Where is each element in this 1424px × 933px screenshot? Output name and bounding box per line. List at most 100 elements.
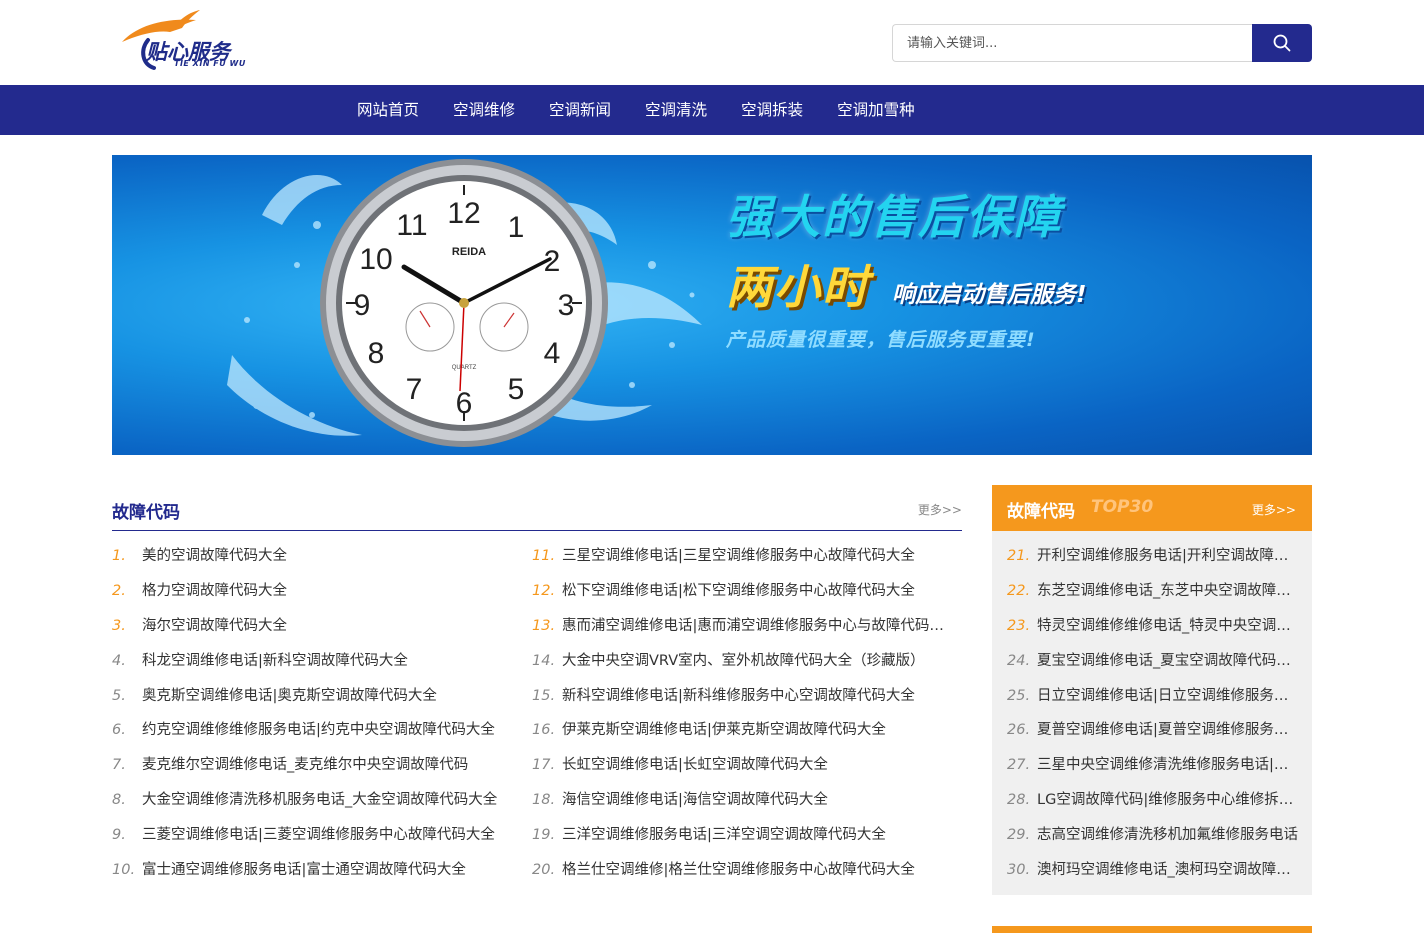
list-item[interactable]: 27. 三星中央空调维修清洗维修服务电话|故障代码 bbox=[1007, 748, 1299, 783]
banner-response-text: 响应启动售后服务! bbox=[892, 282, 1087, 308]
list-item-title[interactable]: 新科空调维修电话|新科维修服务中心空调故障代码大全 bbox=[562, 688, 915, 704]
list-item-title[interactable]: 三菱空调维修电话|三菱空调维修服务中心故障代码大全 bbox=[142, 827, 495, 843]
list-item[interactable]: 1. 美的空调故障代码大全 bbox=[112, 539, 532, 574]
list-item-title[interactable]: 澳柯玛空调维修电话_澳柯玛空调故障代码大全 bbox=[1037, 862, 1299, 878]
list-item-title[interactable]: 麦克维尔空调维修电话_麦克维尔中央空调故障代码 bbox=[142, 757, 468, 773]
list-item[interactable]: 7. 麦克维尔空调维修电话_麦克维尔中央空调故障代码 bbox=[112, 748, 532, 783]
list-item-number: 17. bbox=[532, 757, 556, 774]
list-item-number: 25. bbox=[1007, 687, 1031, 704]
list-item-title[interactable]: 美的空调故障代码大全 bbox=[142, 548, 287, 564]
list-item[interactable]: 8. 大金空调维修清洗移机服务电话_大金空调故障代码大全 bbox=[112, 783, 532, 818]
list-item-title[interactable]: 长虹空调维修电话|长虹空调故障代码大全 bbox=[562, 757, 828, 773]
list-item-number: 20. bbox=[532, 862, 556, 879]
hero-banner[interactable]: 12 1 2 3 4 5 6 7 8 9 10 11 REIDA QUARTZ … bbox=[112, 155, 1312, 455]
logo[interactable]: 贴心服务 TIE XIN FU WU bbox=[118, 6, 258, 74]
list-item-number: 6. bbox=[112, 722, 126, 739]
wall-clock-icon: 12 1 2 3 4 5 6 7 8 9 10 11 REIDA QUARTZ bbox=[227, 159, 702, 447]
list-item[interactable]: 25. 日立空调维修电话|日立空调维修服务中心故障代码 bbox=[1007, 679, 1299, 714]
list-item[interactable]: 23. 特灵空调维修维修电话_特灵中央空调故障代码 bbox=[1007, 609, 1299, 644]
list-item-title[interactable]: 大金中央空调VRV室内、室外机故障代码大全（珍藏版） bbox=[562, 653, 925, 669]
list-item[interactable]: 26. 夏普空调维修电话|夏普空调维修服务中心故障代码 bbox=[1007, 713, 1299, 748]
search-button[interactable] bbox=[1252, 24, 1312, 62]
list-item[interactable]: 19. 三洋空调维修服务电话|三洋空调空调故障代码大全 bbox=[532, 818, 952, 853]
list-item[interactable]: 15. 新科空调维修电话|新科维修服务中心空调故障代码大全 bbox=[532, 679, 952, 714]
list-item-number: 30. bbox=[1007, 862, 1031, 879]
list-item[interactable]: 14. 大金中央空调VRV室内、室外机故障代码大全（珍藏版） bbox=[532, 644, 952, 679]
list-item-title[interactable]: 开利空调维修服务电话|开利空调故障代码大全 bbox=[1037, 548, 1299, 564]
top30-badge: TOP30 bbox=[1091, 497, 1154, 517]
list-item-number: 16. bbox=[532, 722, 556, 739]
list-item-number: 19. bbox=[532, 827, 556, 844]
nav-item-ac-cleaning[interactable]: 空调清洗 bbox=[628, 85, 724, 135]
list-item-number: 12. bbox=[532, 582, 556, 599]
list-item-title[interactable]: 大金空调维修清洗移机服务电话_大金空调故障代码大全 bbox=[142, 792, 497, 808]
list-item[interactable]: 5. 奥克斯空调维修电话|奥克斯空调故障代码大全 bbox=[112, 679, 532, 714]
list-item[interactable]: 12. 松下空调维修电话|松下空调维修服务中心故障代码大全 bbox=[532, 574, 952, 609]
list-item-number: 22. bbox=[1007, 582, 1031, 599]
list-item[interactable]: 16. 伊莱克斯空调维修电话|伊莱克斯空调故障代码大全 bbox=[532, 713, 952, 748]
list-item-title[interactable]: 松下空调维修电话|松下空调维修服务中心故障代码大全 bbox=[562, 583, 915, 599]
list-item-title[interactable]: 科龙空调维修电话|新科空调故障代码大全 bbox=[142, 653, 408, 669]
list-item-title[interactable]: 志高空调维修清洗移机加氟维修服务电话 bbox=[1037, 827, 1298, 843]
list-item[interactable]: 30. 澳柯玛空调维修电话_澳柯玛空调故障代码大全 bbox=[1007, 853, 1299, 888]
more-link[interactable]: 更多>> bbox=[918, 501, 962, 518]
list-item-title[interactable]: 日立空调维修电话|日立空调维修服务中心故障代码 bbox=[1037, 688, 1299, 704]
list-item-number: 28. bbox=[1007, 792, 1031, 809]
list-item-title[interactable]: 约克空调维修维修服务电话|约克中央空调故障代码大全 bbox=[142, 722, 495, 738]
list-item[interactable]: 3. 海尔空调故障代码大全 bbox=[112, 609, 532, 644]
list-item-title[interactable]: 伊莱克斯空调维修电话|伊莱克斯空调故障代码大全 bbox=[562, 722, 886, 738]
top30-list: 21. 开利空调维修服务电话|开利空调故障代码大全 22. 东芝空调维修电话_东芝中… bbox=[1007, 539, 1299, 888]
list-item-title[interactable]: 富士通空调维修服务电话|富士通空调故障代码大全 bbox=[142, 862, 466, 878]
nav-item-home[interactable]: 网站首页 bbox=[340, 85, 436, 135]
list-item[interactable]: 24. 夏宝空调维修电话_夏宝空调故障代码大全 bbox=[1007, 644, 1299, 679]
list-item[interactable]: 22. 东芝空调维修电话_东芝中央空调故障代码大全 bbox=[1007, 574, 1299, 609]
nav-item-ac-refrigerant[interactable]: 空调加雪种 bbox=[820, 85, 932, 135]
list-item[interactable]: 11. 三星空调维修电话|三星空调维修服务中心故障代码大全 bbox=[532, 539, 952, 574]
list-item-title[interactable]: 惠而浦空调维修电话|惠而浦空调维修服务中心与故障代码大全 bbox=[562, 618, 952, 634]
list-item-title[interactable]: LG空调故障代码|维修服务中心维修拆装电话 bbox=[1037, 792, 1299, 808]
list-item-title[interactable]: 奥克斯空调维修电话|奥克斯空调故障代码大全 bbox=[142, 688, 437, 704]
list-item-title[interactable]: 格力空调故障代码大全 bbox=[142, 583, 287, 599]
list-item[interactable]: 13. 惠而浦空调维修电话|惠而浦空调维修服务中心与故障代码大全 bbox=[532, 609, 952, 644]
clock-brand: REIDA bbox=[452, 246, 486, 258]
top30-title: 故障代码 bbox=[1007, 502, 1075, 522]
list-item-number: 10. bbox=[112, 862, 136, 879]
nav-item-ac-repair[interactable]: 空调维修 bbox=[436, 85, 532, 135]
top30-more-link[interactable]: 更多>> bbox=[1252, 501, 1296, 518]
list-item-title[interactable]: 海信空调维修电话|海信空调故障代码大全 bbox=[562, 792, 828, 808]
list-item-title[interactable]: 三星中央空调维修清洗维修服务电话|故障代码 bbox=[1037, 757, 1299, 773]
list-item-number: 13. bbox=[532, 617, 556, 634]
list-item[interactable]: 6. 约克空调维修维修服务电话|约克中央空调故障代码大全 bbox=[112, 713, 532, 748]
search-input[interactable] bbox=[892, 24, 1253, 62]
list-item-title[interactable]: 海尔空调故障代码大全 bbox=[142, 618, 287, 634]
list-item-title[interactable]: 格兰仕空调维修|格兰仕空调维修服务中心故障代码大全 bbox=[562, 862, 915, 878]
list-item[interactable]: 10. 富士通空调维修服务电话|富士通空调故障代码大全 bbox=[112, 853, 532, 888]
fault-code-section: 故障代码 更多>> 1. 美的空调故障代码大全 2. 格力空调故障代码大全 3. 海尔… bbox=[112, 485, 962, 933]
list-item[interactable]: 9. 三菱空调维修电话|三菱空调维修服务中心故障代码大全 bbox=[112, 818, 532, 853]
list-item-title[interactable]: 夏普空调维修电话|夏普空调维修服务中心故障代码 bbox=[1037, 722, 1299, 738]
clock-number-6: 6 bbox=[456, 387, 473, 420]
nav-item-ac-install[interactable]: 空调拆装 bbox=[724, 85, 820, 135]
logo-subtitle: TIE XIN FU WU bbox=[174, 59, 246, 68]
list-item[interactable]: 28. LG空调故障代码|维修服务中心维修拆装电话 bbox=[1007, 783, 1299, 818]
list-item-title[interactable]: 三洋空调维修服务电话|三洋空调空调故障代码大全 bbox=[562, 827, 886, 843]
list-item[interactable]: 17. 长虹空调维修电话|长虹空调故障代码大全 bbox=[532, 748, 952, 783]
list-item-number: 23. bbox=[1007, 617, 1031, 634]
list-item[interactable]: 21. 开利空调维修服务电话|开利空调故障代码大全 bbox=[1007, 539, 1299, 574]
list-item-title[interactable]: 三星空调维修电话|三星空调维修服务中心故障代码大全 bbox=[562, 548, 915, 564]
list-item-title[interactable]: 特灵空调维修维修电话_特灵中央空调故障代码 bbox=[1037, 618, 1299, 634]
list-item-number: 18. bbox=[532, 792, 556, 809]
list-item-title[interactable]: 东芝空调维修电话_东芝中央空调故障代码大全 bbox=[1037, 583, 1299, 599]
list-item[interactable]: 4. 科龙空调维修电话|新科空调故障代码大全 bbox=[112, 644, 532, 679]
clock-number-11: 11 bbox=[396, 209, 427, 242]
list-item-title[interactable]: 夏宝空调维修电话_夏宝空调故障代码大全 bbox=[1037, 653, 1299, 669]
list-item[interactable]: 2. 格力空调故障代码大全 bbox=[112, 574, 532, 609]
list-item-number: 4. bbox=[112, 652, 126, 669]
list-item-number: 24. bbox=[1007, 652, 1031, 669]
list-item[interactable]: 29. 志高空调维修清洗移机加氟维修服务电话 bbox=[1007, 818, 1299, 853]
clock-number-3: 3 bbox=[558, 289, 575, 322]
list-item[interactable]: 18. 海信空调维修电话|海信空调故障代码大全 bbox=[532, 783, 952, 818]
nav-item-ac-news[interactable]: 空调新闻 bbox=[532, 85, 628, 135]
banner-headline: 强大的售后保障 bbox=[726, 190, 1062, 244]
list-item[interactable]: 20. 格兰仕空调维修|格兰仕空调维修服务中心故障代码大全 bbox=[532, 853, 952, 888]
